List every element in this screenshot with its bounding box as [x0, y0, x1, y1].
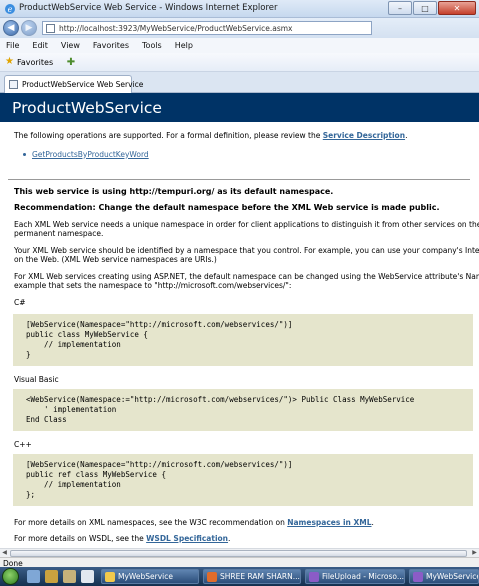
menu-tools[interactable]: Tools	[142, 41, 162, 50]
taskbar: MyWebService SHREE RAM SHARN... FileUplo…	[0, 567, 479, 586]
bullet-icon	[23, 153, 26, 156]
csharp-label: C#	[14, 297, 26, 307]
operation-link[interactable]: GetProductsByProductKeyWord	[32, 150, 149, 159]
recommendation-message: Recommendation: Change the default names…	[14, 203, 440, 212]
vb-code-block: <WebService(Namespace:="http://microsoft…	[13, 388, 473, 431]
visual-studio-icon	[309, 571, 319, 582]
page-heading: ProductWebService	[0, 93, 479, 122]
menu-help[interactable]: Help	[175, 41, 193, 50]
intro-text: The following operations are supported. …	[14, 131, 479, 141]
paragraph-2-line-2: on the Web. (XML Web service namespaces …	[14, 255, 217, 264]
visual-studio-icon	[413, 571, 423, 582]
menu-favorites[interactable]: Favorites	[93, 41, 129, 50]
menu-file[interactable]: File	[6, 41, 19, 50]
star-icon: ★	[5, 56, 14, 67]
favorites-bar: ★ Favorites ✚	[0, 53, 479, 72]
task-label: MyWebService	[426, 572, 479, 581]
folder-quicklaunch-icon[interactable]	[45, 570, 58, 583]
page-content: ProductWebService The following operatio…	[0, 93, 479, 548]
window-controls: – □ ✕	[388, 1, 476, 16]
intro-line: The following operations are supported. …	[14, 131, 321, 140]
favorites-button[interactable]: ★ Favorites	[5, 57, 53, 67]
favorites-label: Favorites	[16, 57, 54, 67]
paragraph-3-line-1: For XML Web services creating using ASP.…	[14, 271, 479, 281]
status-bar: Done	[0, 557, 479, 568]
namespaces-in-xml-link[interactable]: Namespaces in XML	[287, 518, 371, 527]
wsdl-text: For more details on WSDL, see the WSDL S…	[14, 534, 479, 544]
tab-label: ProductWebService Web Service	[22, 80, 144, 89]
taskbar-button-shree-ram[interactable]: SHREE RAM SHARN...	[203, 569, 301, 584]
wsdl-line: For more details on WSDL, see the	[14, 534, 144, 543]
internet-explorer-icon: e	[5, 4, 15, 14]
address-url[interactable]: http://localhost:3923/MyWebService/Produ…	[59, 24, 292, 33]
forward-button[interactable]: ▶	[21, 20, 37, 36]
operations-list: GetProductsByProductKeyWord	[23, 150, 479, 159]
back-button[interactable]: ◀	[3, 20, 19, 36]
paragraph-3-line-2: example that sets the namespace to "http…	[14, 281, 292, 290]
taskbar-button-mywebservice-vs[interactable]: MyWebService	[409, 569, 479, 584]
minimize-button[interactable]: –	[388, 1, 412, 15]
task-label: MyWebService	[118, 572, 173, 581]
forward-arrow-icon: ▶	[25, 23, 33, 33]
maximize-button[interactable]: □	[413, 1, 437, 15]
visual-basic-label: Visual Basic	[14, 374, 59, 384]
namespace-message: This web service is using http://tempuri…	[14, 186, 334, 196]
cpp-label: C++	[14, 439, 32, 449]
add-to-favorites-icon[interactable]: ✚	[64, 56, 78, 69]
xml-namespaces-period: .	[371, 517, 374, 527]
tab-productwebservice[interactable]: ProductWebService Web Service	[4, 75, 143, 93]
service-description-link[interactable]: Service Description	[323, 131, 405, 140]
paragraph-2-line-1: Your XML Web service should be identifie…	[14, 245, 479, 255]
page-icon	[9, 80, 18, 89]
start-button[interactable]	[2, 568, 19, 585]
window-title: ProductWebService Web Service - Windows …	[19, 3, 278, 13]
xml-namespaces-line: For more details on XML namespaces, see …	[14, 517, 285, 527]
intro-period: .	[405, 131, 408, 140]
wsdl-period: .	[228, 534, 231, 543]
address-toolbar: ◀ ▶ http://localhost:3923/MyWebService/P…	[0, 18, 479, 38]
page-icon	[46, 24, 55, 33]
cpp-code-block: [WebService(Namespace="http://microsoft.…	[13, 453, 473, 506]
tab-strip: ProductWebService Web Service	[0, 72, 479, 93]
folder-icon	[105, 571, 115, 582]
wsdl-specification-link[interactable]: WSDL Specification	[146, 534, 228, 543]
menu-bar: File Edit View Favorites Tools Help	[0, 38, 479, 53]
firefox-icon	[207, 571, 217, 582]
scrollbar-thumb[interactable]	[10, 550, 467, 557]
paragraph-1-line-2: permanent namespace.	[14, 229, 104, 238]
paragraph-1-line-1: Each XML Web service needs a unique name…	[14, 219, 479, 229]
close-button[interactable]: ✕	[438, 1, 476, 15]
menu-edit[interactable]: Edit	[32, 41, 48, 50]
task-label: SHREE RAM SHARN...	[220, 572, 300, 581]
menu-view[interactable]: View	[61, 41, 80, 50]
scroll-left-icon[interactable]: ◀	[0, 549, 9, 557]
taskbar-button-mywebservice[interactable]: MyWebService	[101, 569, 199, 584]
svg-text:e: e	[8, 5, 13, 14]
xml-namespaces-text: For more details on XML namespaces, see …	[14, 518, 479, 528]
app-quicklaunch-icon[interactable]	[81, 570, 94, 583]
scroll-right-icon[interactable]: ▶	[470, 549, 479, 557]
ie-quicklaunch-icon[interactable]	[27, 570, 40, 583]
address-bar[interactable]: http://localhost:3923/MyWebService/Produ…	[42, 21, 372, 35]
taskbar-button-fileupload[interactable]: FileUpload - Microso...	[305, 569, 405, 584]
csharp-code-block: [WebService(Namespace="http://microsoft.…	[13, 313, 473, 366]
content-body: The following operations are supported. …	[13, 131, 479, 544]
task-label: FileUpload - Microso...	[322, 572, 405, 581]
horizontal-scrollbar[interactable]: ◀ ▶	[0, 548, 479, 557]
title-bar: e ProductWebService Web Service - Window…	[0, 0, 479, 18]
divider	[8, 179, 470, 180]
media-quicklaunch-icon[interactable]	[63, 570, 76, 583]
back-arrow-icon: ◀	[7, 23, 15, 33]
